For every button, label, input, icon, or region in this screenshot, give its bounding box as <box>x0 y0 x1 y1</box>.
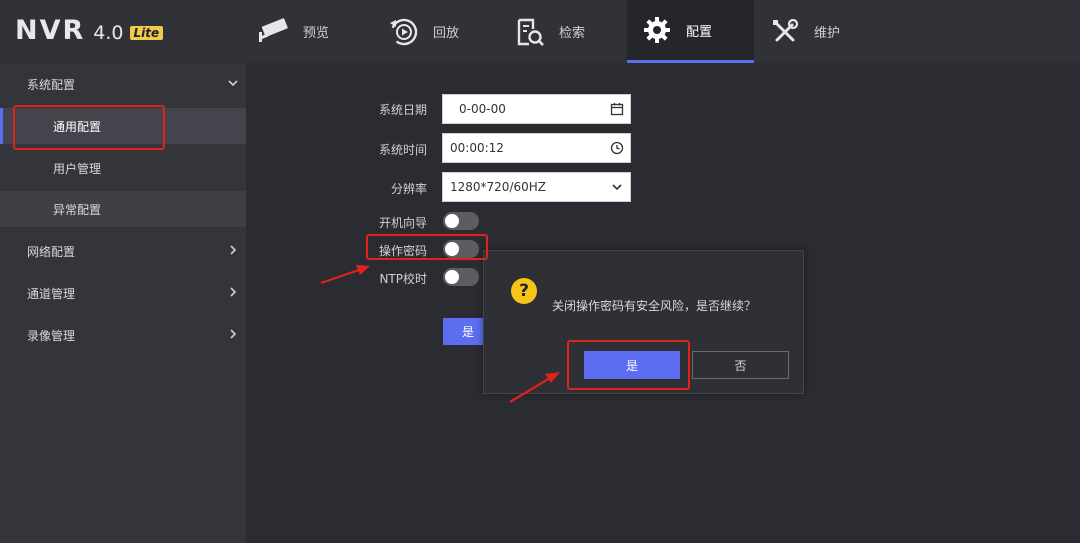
tab-config-label: 配置 <box>686 24 713 40</box>
system-time-field[interactable]: 00:00:12 <box>442 133 631 163</box>
sidebar-group-label: 通道管理 <box>27 286 76 301</box>
sidebar-group-channel-management[interactable]: 通道管理 <box>0 272 246 314</box>
ntp-sync-toggle[interactable] <box>443 268 479 286</box>
chevron-right-icon <box>230 287 237 297</box>
tab-playback[interactable]: 回放 <box>387 0 507 63</box>
sidebar-item-user-management[interactable]: 用户管理 <box>0 150 246 186</box>
annotation-arrow-icon <box>509 372 560 403</box>
system-date-value: 0-00-00 <box>459 102 506 116</box>
dialog-message: 关闭操作密码有安全风险，是否继续？ <box>552 299 757 313</box>
calendar-icon[interactable] <box>610 102 624 116</box>
toggle-knob <box>445 214 459 228</box>
clock-icon[interactable] <box>610 141 624 155</box>
tab-config[interactable]: 配置 <box>627 0 754 63</box>
resolution-select[interactable]: 1280*720/60HZ <box>442 172 631 202</box>
resolution-value: 1280*720/60HZ <box>450 180 546 194</box>
logo-edition-badge: Lite <box>129 26 164 40</box>
sidebar-group-label: 系统配置 <box>27 77 76 92</box>
sidebar-group-label: 网络配置 <box>27 244 76 259</box>
system-time-value: 00:00:12 <box>450 141 504 155</box>
search-file-icon <box>513 17 547 47</box>
annotation-arrow-icon <box>320 265 370 285</box>
tab-search[interactable]: 检索 <box>513 0 633 63</box>
sidebar-item-exception-config[interactable]: 异常配置 <box>0 191 246 227</box>
boot-wizard-label: 开机向导 <box>378 216 427 230</box>
chevron-right-icon <box>230 245 237 255</box>
sidebar-group-label: 录像管理 <box>27 328 76 343</box>
sidebar-group-recording-management[interactable]: 录像管理 <box>0 314 246 356</box>
sidebar-item-label: 用户管理 <box>53 161 102 176</box>
app-logo: NVR 4.0 Lite <box>15 15 164 46</box>
system-time-label: 系统时间 <box>378 143 427 157</box>
playback-icon <box>387 17 421 47</box>
logo-brand: NVR <box>15 15 86 46</box>
question-icon: ? <box>511 278 537 304</box>
resolution-label: 分辨率 <box>390 182 427 196</box>
tab-preview[interactable]: 预览 <box>257 0 377 63</box>
toggle-knob <box>445 270 459 284</box>
confirm-no-button[interactable]: 否 <box>692 351 789 379</box>
chevron-right-icon <box>230 329 237 339</box>
camera-icon <box>257 17 291 47</box>
sidebar-group-system-config[interactable]: 系统配置 <box>0 63 246 105</box>
tools-icon <box>768 17 802 47</box>
gear-icon <box>640 15 674 45</box>
tab-search-label: 检索 <box>559 26 586 41</box>
annotation-box-operation-password <box>366 234 488 260</box>
annotation-box-confirm-yes <box>567 340 690 390</box>
sidebar-item-label: 异常配置 <box>53 202 102 217</box>
annotation-box-general-config <box>13 105 165 150</box>
logo-version: 4.0 <box>93 22 124 44</box>
tab-preview-label: 预览 <box>303 26 330 41</box>
tab-playback-label: 回放 <box>433 26 460 41</box>
chevron-down-icon <box>612 184 622 191</box>
sidebar-group-network-config[interactable]: 网络配置 <box>0 230 246 272</box>
tab-maintenance[interactable]: 维护 <box>768 0 888 63</box>
tab-maintenance-label: 维护 <box>814 26 841 41</box>
system-date-label: 系统日期 <box>378 103 427 117</box>
top-nav-bar: NVR 4.0 Lite 预览 回放 检索 配置 维护 <box>0 0 1080 63</box>
system-date-field[interactable]: 0-00-00 <box>442 94 631 124</box>
chevron-down-icon <box>228 80 238 87</box>
boot-wizard-toggle[interactable] <box>443 212 479 230</box>
